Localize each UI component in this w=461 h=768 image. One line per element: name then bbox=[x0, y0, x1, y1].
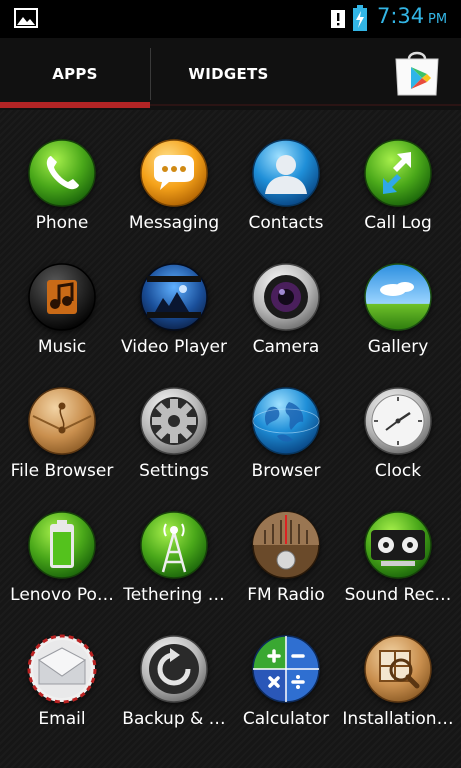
app-tethering[interactable]: Tethering … bbox=[118, 510, 230, 606]
battery-icon bbox=[28, 511, 96, 579]
contacts-icon bbox=[252, 139, 320, 207]
alert-icon bbox=[331, 10, 345, 28]
app-label: Sound Rec… bbox=[344, 585, 452, 605]
status-time: 7:34 bbox=[377, 4, 425, 28]
settings-icon bbox=[140, 387, 208, 455]
app-label: Browser bbox=[251, 461, 321, 481]
app-installation[interactable]: Installation… bbox=[342, 634, 454, 730]
app-label: Installation… bbox=[342, 709, 454, 729]
app-music[interactable]: Music bbox=[6, 262, 118, 358]
app-phone[interactable]: Phone bbox=[6, 138, 118, 234]
status-ampm: PM bbox=[428, 12, 448, 27]
app-browser[interactable]: Browser bbox=[230, 386, 342, 482]
app-label: Settings bbox=[139, 461, 209, 481]
call-log-icon bbox=[364, 139, 432, 207]
image-notification-icon bbox=[14, 8, 38, 28]
app-lenovo-power[interactable]: Lenovo Po… bbox=[6, 510, 118, 606]
app-backup[interactable]: Backup & … bbox=[118, 634, 230, 730]
fm-radio-icon bbox=[252, 511, 320, 579]
backup-icon bbox=[140, 635, 208, 703]
tethering-icon bbox=[140, 511, 208, 579]
phone-icon bbox=[28, 139, 96, 207]
app-label: Call Log bbox=[364, 213, 432, 233]
app-video-player[interactable]: Video Player bbox=[118, 262, 230, 358]
app-label: Backup & … bbox=[122, 709, 226, 729]
tab-apps[interactable]: APPS bbox=[0, 38, 150, 110]
installation-icon bbox=[364, 635, 432, 703]
video-player-icon bbox=[140, 263, 208, 331]
app-label: Tethering … bbox=[123, 585, 225, 605]
app-file-browser[interactable]: File Browser bbox=[6, 386, 118, 482]
music-icon bbox=[28, 263, 96, 331]
tab-widgets[interactable]: WIDGETS bbox=[151, 38, 306, 110]
status-bar: 7:34 PM bbox=[0, 0, 461, 38]
app-label: Clock bbox=[374, 461, 422, 481]
camera-icon bbox=[252, 263, 320, 331]
app-fm-radio[interactable]: FM Radio bbox=[230, 510, 342, 606]
app-settings[interactable]: Settings bbox=[118, 386, 230, 482]
app-label: FM Radio bbox=[247, 585, 325, 605]
app-call-log[interactable]: Call Log bbox=[342, 138, 454, 234]
app-camera[interactable]: Camera bbox=[230, 262, 342, 358]
file-browser-icon bbox=[28, 387, 96, 455]
app-label: Phone bbox=[35, 213, 89, 233]
app-label: Camera bbox=[252, 337, 320, 357]
app-label: Contacts bbox=[248, 213, 324, 233]
app-clock[interactable]: Clock bbox=[342, 386, 454, 482]
app-messaging[interactable]: Messaging bbox=[118, 138, 230, 234]
app-contacts[interactable]: Contacts bbox=[230, 138, 342, 234]
app-label: Gallery bbox=[367, 337, 429, 357]
gallery-icon bbox=[364, 263, 432, 331]
app-label: Calculator bbox=[242, 709, 330, 729]
calculator-icon bbox=[252, 635, 320, 703]
messaging-icon bbox=[140, 139, 208, 207]
app-sound-recorder[interactable]: Sound Rec… bbox=[342, 510, 454, 606]
email-icon bbox=[27, 634, 97, 704]
play-store-icon[interactable] bbox=[392, 47, 442, 97]
app-email[interactable]: Email bbox=[6, 634, 118, 730]
sound-recorder-icon bbox=[364, 511, 432, 579]
battery-charging-icon bbox=[353, 5, 367, 31]
app-label: Music bbox=[37, 337, 87, 357]
app-calculator[interactable]: Calculator bbox=[230, 634, 342, 730]
app-label: File Browser bbox=[10, 461, 114, 481]
app-label: Email bbox=[38, 709, 86, 729]
app-gallery[interactable]: Gallery bbox=[342, 262, 454, 358]
app-label: Lenovo Po… bbox=[10, 585, 114, 605]
app-label: Messaging bbox=[128, 213, 220, 233]
browser-icon bbox=[252, 387, 320, 455]
app-label: Video Player bbox=[121, 337, 227, 357]
tab-active-indicator bbox=[0, 102, 150, 108]
clock-icon bbox=[364, 387, 432, 455]
